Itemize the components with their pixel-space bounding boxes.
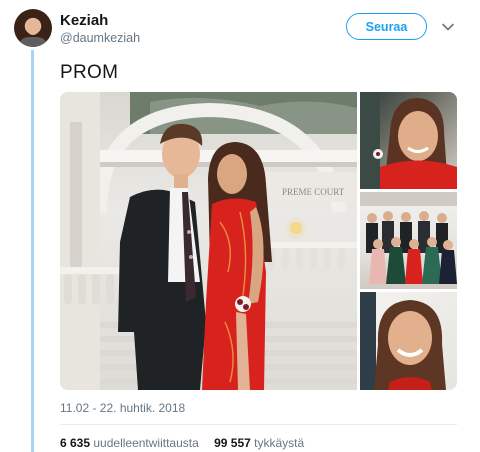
photo-side-2[interactable]	[360, 192, 457, 289]
retweet-count: 6 635	[60, 436, 91, 450]
retweet-label: uudelleentwiittausta	[93, 436, 199, 450]
photo-side-3[interactable]	[360, 292, 457, 390]
tweet-stats: 6 635 uudelleentwiittausta 99 557 tykkäy…	[60, 436, 304, 450]
tweet-text: PROM	[60, 62, 119, 83]
chevron-down-icon[interactable]	[441, 20, 455, 34]
photo-main-image: PREME COURT	[60, 92, 357, 390]
thread-line	[31, 50, 34, 452]
like-stat[interactable]: 99 557 tykkäystä	[214, 436, 304, 450]
photo-side-2-image	[360, 192, 457, 284]
author-handle[interactable]: @daumkeziah	[60, 31, 140, 45]
retweet-stat[interactable]: 6 635 uudelleentwiittausta	[60, 436, 202, 450]
divider	[60, 424, 457, 425]
sign-text: PREME COURT	[282, 187, 345, 197]
avatar[interactable]	[14, 9, 52, 47]
like-label: tykkäystä	[254, 436, 305, 450]
avatar-shirt	[20, 37, 46, 47]
author-name[interactable]: Keziah	[60, 12, 108, 29]
follow-button[interactable]: Seuraa	[346, 13, 427, 40]
media-grid: PREME COURT	[60, 92, 457, 390]
like-count: 99 557	[214, 436, 251, 450]
photo-side-3-image	[360, 292, 446, 390]
photo-side-1-image	[360, 92, 457, 189]
tweet-timestamp[interactable]: 11.02 - 22. huhtik. 2018	[60, 401, 185, 415]
photo-side-1[interactable]	[360, 92, 457, 189]
photo-main[interactable]: PREME COURT	[60, 92, 357, 390]
avatar-face	[26, 18, 40, 35]
